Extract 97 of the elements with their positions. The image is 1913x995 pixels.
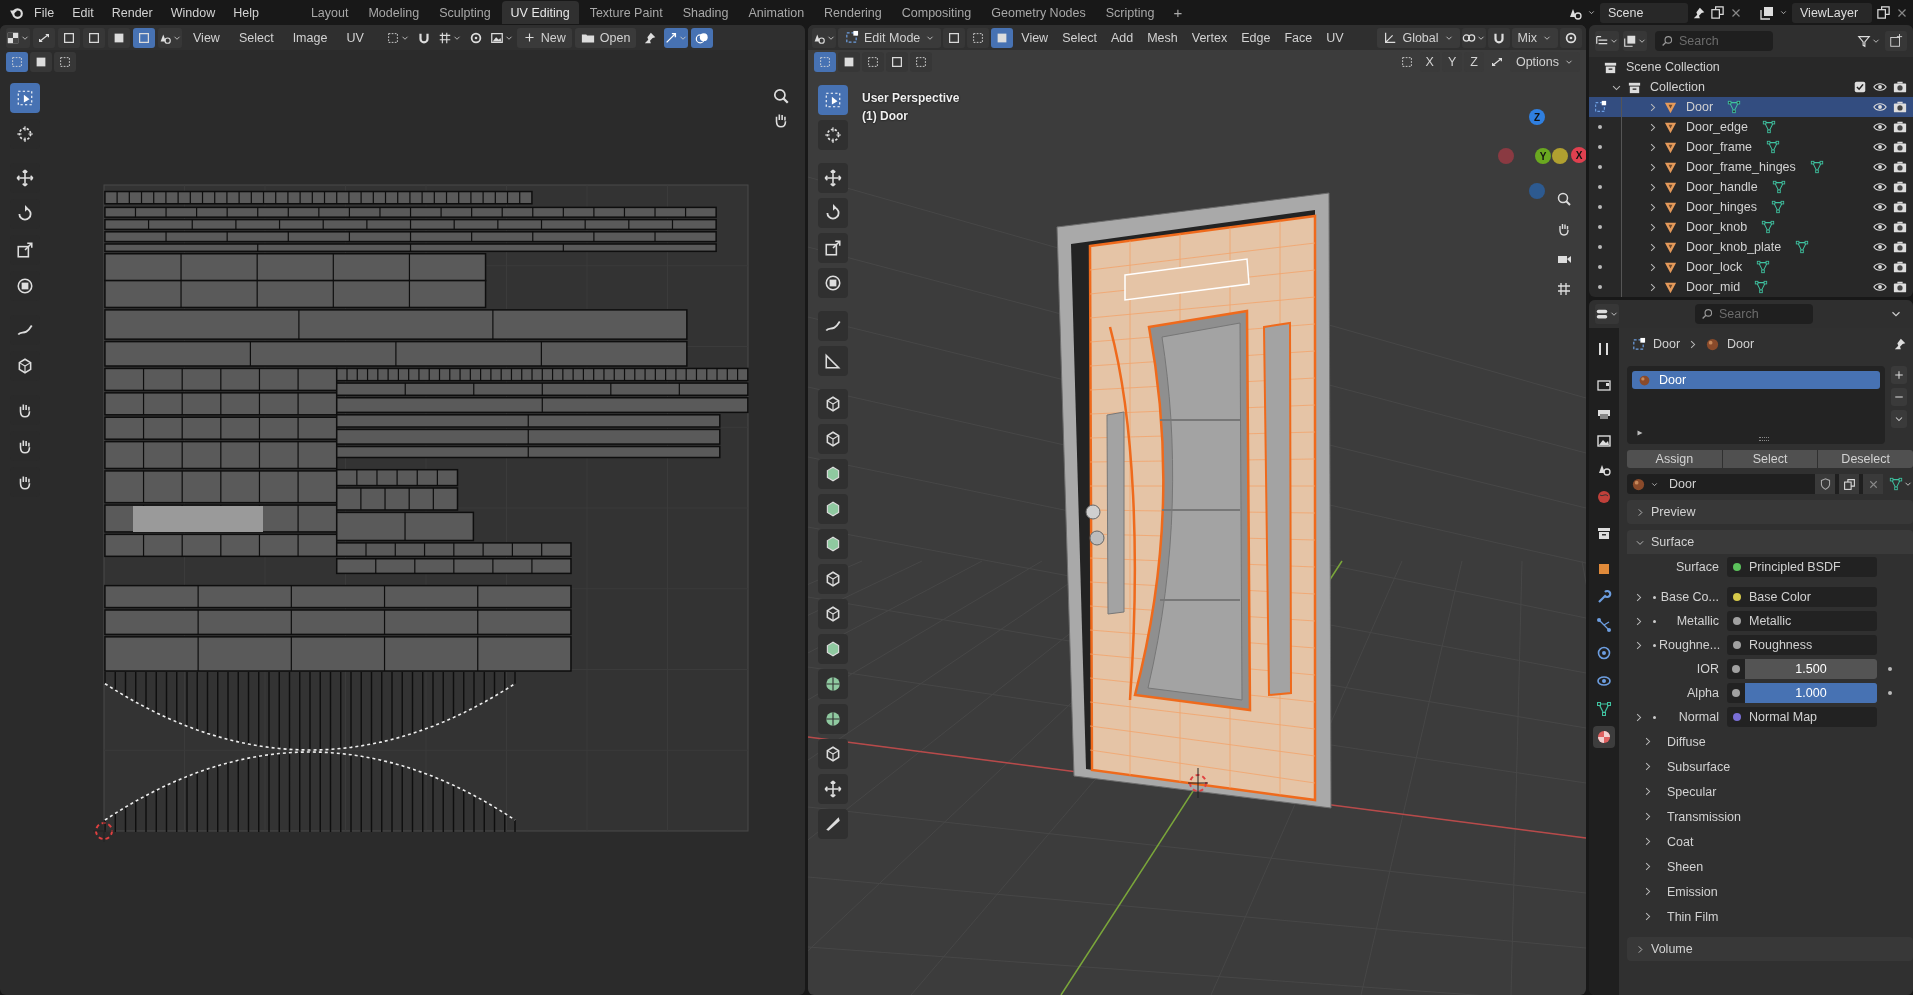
blend-mode-dropdown[interactable]: Mix [1511, 27, 1558, 48]
workspace-tab[interactable]: Animation [739, 1, 814, 24]
menu-item[interactable]: Window [161, 1, 225, 24]
node-link-field[interactable]: Base Color [1727, 587, 1877, 607]
menu-item[interactable]: Edit [63, 1, 103, 24]
property-label: Roughne... [1659, 638, 1722, 652]
tree-item[interactable]: Door_knob [1589, 217, 1913, 237]
workspace-tab[interactable]: Geometry Nodes [982, 1, 1095, 24]
workspace-tab[interactable]: Sculpting [430, 1, 500, 24]
subpanel-header[interactable]: Thin Film [1627, 906, 1913, 927]
tree-item[interactable]: Door_edge [1589, 117, 1913, 137]
breadcrumb-item[interactable]: Door [1727, 337, 1755, 351]
orientation-dropdown[interactable]: Global [1377, 27, 1460, 48]
tree-item[interactable]: Door_frame_hinges [1589, 157, 1913, 177]
subpanel-header[interactable]: Subsurface [1627, 756, 1913, 777]
breadcrumb-item[interactable]: Door [1653, 337, 1681, 351]
search-field[interactable]: Search [1695, 304, 1813, 324]
tree-item[interactable]: Door_frame [1589, 137, 1913, 157]
subpanel-header[interactable]: Diffuse [1627, 731, 1913, 752]
menu-item[interactable]: Image [284, 27, 336, 48]
view-layer-field[interactable]: ViewLayer [1792, 2, 1872, 23]
tree-item[interactable]: Door_handle [1589, 177, 1913, 197]
menu-item[interactable]: Vertex [1185, 27, 1234, 48]
workspace-tab[interactable]: Scripting [1096, 1, 1164, 24]
object-name: Door_frame [1685, 140, 1752, 154]
number-field[interactable]: 1.500 [1727, 659, 1877, 679]
number-field[interactable]: 1.000 [1727, 683, 1877, 703]
tree-item[interactable]: Door_knob_plate [1589, 237, 1913, 257]
menu-item[interactable]: File [25, 1, 64, 24]
tree-item[interactable]: Collection [1646, 80, 1705, 94]
menu-item[interactable]: Select [230, 27, 282, 48]
material-field[interactable]: Door [1627, 474, 1883, 494]
material-slot[interactable]: Door [1632, 371, 1880, 389]
property-label: Surface [1674, 560, 1720, 574]
add-workspace-button[interactable]: + [1165, 1, 1191, 24]
workspace-tab[interactable]: Texture Paint [580, 1, 672, 24]
property-label: Base Co... [1659, 590, 1720, 604]
tree-item[interactable]: Scene Collection [1622, 60, 1720, 74]
property-label: IOR [1695, 662, 1720, 676]
property-label: Alpha [1686, 686, 1720, 700]
panel-header[interactable]: Surface [1627, 530, 1695, 554]
subpanel-header[interactable]: Sheen [1627, 856, 1913, 877]
view-name-label: User Perspective [862, 91, 960, 105]
object-name: Door_mid [1685, 280, 1741, 294]
axis-gizmo-ball[interactable]: X [1571, 147, 1586, 163]
object-name: Door [1685, 100, 1714, 114]
subpanel-header[interactable]: Emission [1627, 881, 1913, 902]
object-name: Door_handle [1685, 180, 1758, 194]
workspace-tab[interactable]: UV Editing [501, 1, 579, 24]
subpanel-header[interactable]: Specular [1627, 781, 1913, 802]
object-name: Door_frame_hinges [1685, 160, 1796, 174]
node-link-field[interactable]: Normal Map [1727, 707, 1877, 727]
search-input[interactable]: Search [1679, 34, 1767, 48]
menu-item[interactable]: Mesh [1141, 27, 1184, 48]
slot-action-button[interactable]: Deselect [1818, 450, 1913, 468]
workspace-tab[interactable]: Shading [673, 1, 738, 24]
tree-item[interactable]: Door [1589, 97, 1913, 117]
object-name: Door_knob_plate [1685, 240, 1782, 254]
node-link-field[interactable]: Roughness [1727, 635, 1877, 655]
menu-item[interactable]: View [185, 27, 228, 48]
slot-action-button[interactable]: Assign [1627, 450, 1722, 468]
workspace-tab[interactable]: Compositing [892, 1, 981, 24]
property-label: Metallic [1675, 614, 1720, 628]
mode-dropdown[interactable]: Edit Mode [838, 27, 942, 48]
axis-gizmo-ball[interactable]: Z [1529, 109, 1545, 125]
slot-action-button[interactable]: Select [1722, 450, 1818, 468]
workspace-tab[interactable]: Rendering [815, 1, 891, 24]
menu-item[interactable]: Face [1278, 27, 1319, 48]
tree-item[interactable]: Door_mid [1589, 277, 1913, 297]
node-link-field[interactable]: Metallic [1727, 611, 1877, 631]
menu-item[interactable]: Render [102, 1, 162, 24]
open-image-button[interactable]: Open [574, 27, 637, 48]
new-image-button[interactable]: New [516, 27, 572, 48]
object-name: Door_knob [1685, 220, 1748, 234]
object-name: Door_hinges [1685, 200, 1757, 214]
property-label: Normal [1677, 710, 1720, 724]
scene-field[interactable]: Scene [1600, 2, 1688, 23]
node-link-field[interactable]: Principled BSDF [1727, 557, 1877, 577]
menu-item[interactable]: Select [1056, 27, 1103, 48]
subpanel-header[interactable]: Coat [1627, 831, 1913, 852]
search-input[interactable]: Search [1719, 307, 1807, 321]
menu-item[interactable]: UV [338, 27, 372, 48]
object-name-label: (1) Door [862, 109, 909, 123]
menu-item[interactable]: UV [1320, 27, 1350, 48]
subpanel-header[interactable]: Transmission [1627, 806, 1913, 827]
object-name: Door_edge [1685, 120, 1748, 134]
workspace-tab[interactable]: Layout [301, 1, 358, 24]
menu-item[interactable]: Add [1104, 27, 1140, 48]
workspace-tab[interactable]: Modeling [359, 1, 429, 24]
search-field[interactable]: Search [1655, 31, 1773, 51]
object-name: Door_lock [1685, 260, 1743, 274]
tree-item[interactable]: Door_lock [1589, 257, 1913, 277]
menu-item[interactable]: View [1015, 27, 1055, 48]
menu-item[interactable]: Edge [1235, 27, 1277, 48]
tree-item[interactable]: Door_hinges [1589, 197, 1913, 217]
axis-gizmo-ball[interactable]: Y [1535, 148, 1551, 164]
menu-item[interactable]: Help [224, 1, 268, 24]
